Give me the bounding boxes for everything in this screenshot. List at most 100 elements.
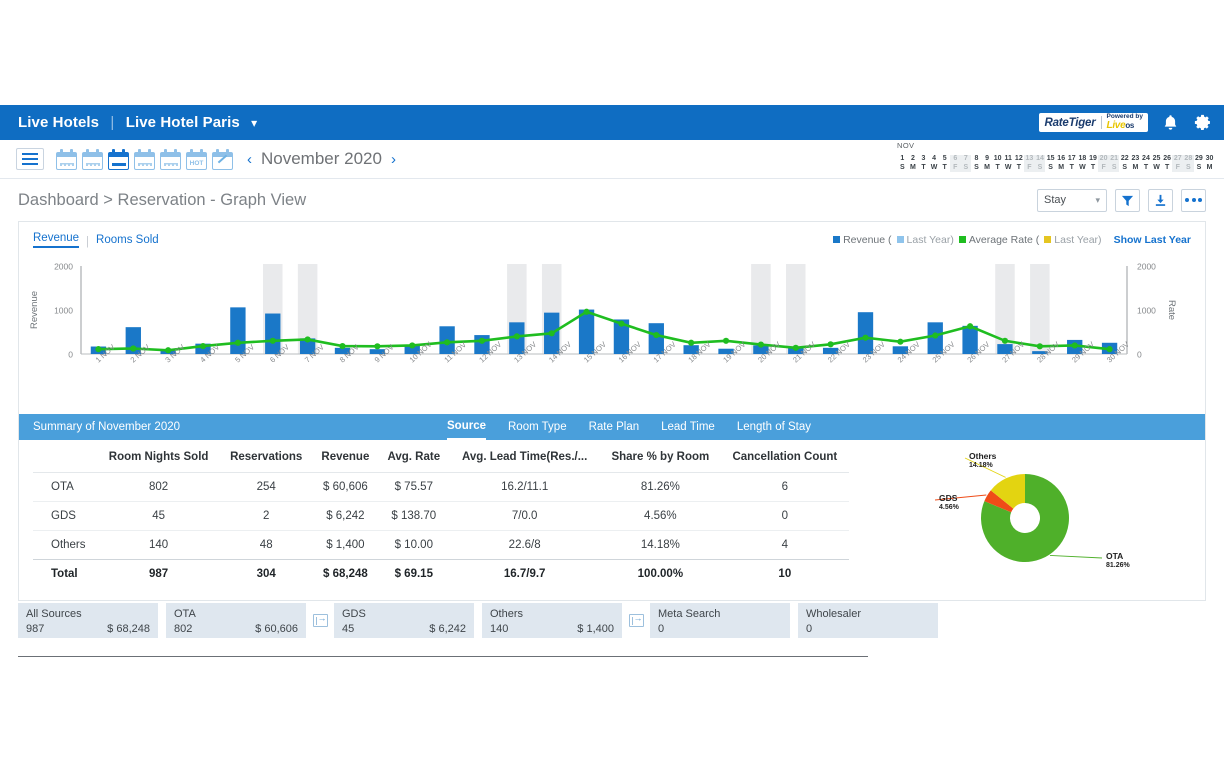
day-cell[interactable]: 30 M [1204, 155, 1215, 172]
day-cell[interactable]: 2M [908, 155, 919, 172]
summary-tab-rate-plan[interactable]: Rate Plan [589, 414, 640, 440]
day-cell[interactable]: 8S [971, 155, 982, 172]
source-card[interactable]: Meta Search 0 [650, 603, 790, 638]
day-cell[interactable]: 4W [929, 155, 940, 172]
day-weekday: T [1143, 163, 1149, 171]
day-cell[interactable]: 3T [918, 155, 929, 172]
day-cell[interactable]: 10 T [992, 155, 1003, 172]
show-last-year-link[interactable]: Show Last Year [1114, 234, 1191, 246]
table-cell: Total [33, 559, 98, 588]
summary-tab-room-type[interactable]: Room Type [508, 414, 567, 440]
day-cell[interactable]: 16 M [1056, 155, 1067, 172]
bell-icon[interactable] [1162, 114, 1179, 132]
day-cell[interactable]: 14 S [1034, 155, 1046, 172]
day-cell[interactable]: 18 W [1077, 155, 1088, 172]
day-cell[interactable]: 27 F [1172, 155, 1184, 172]
source-card-count: 0 [658, 623, 665, 635]
tab-revenue[interactable]: Revenue [33, 232, 80, 248]
day-cell[interactable]: 23 M [1130, 155, 1141, 172]
column-header: Cancellation Count [732, 451, 838, 463]
source-card[interactable]: OTA 802 $ 60,606 [166, 603, 306, 638]
chart-legend: Revenue ( Last Year) Average Rate ( Last… [833, 234, 1191, 246]
day-weekday: S [1037, 163, 1043, 171]
day-cell[interactable]: 20 F [1098, 155, 1109, 172]
day-cell[interactable]: 12 T [1014, 155, 1025, 172]
day-weekday: M [909, 163, 916, 171]
day-weekday: S [1185, 163, 1191, 171]
day-cell[interactable]: 5T [939, 155, 950, 172]
day-cell[interactable]: 21 S [1108, 155, 1120, 172]
source-card-count: 0 [806, 623, 813, 635]
day-cell[interactable]: 24 T [1141, 155, 1152, 172]
day-number: 16 [1057, 155, 1066, 162]
svg-text:Rate: Rate [1166, 300, 1177, 320]
table-cell: 6 [720, 472, 849, 502]
calendar-list-icon[interactable] [56, 148, 77, 170]
expand-panel-icon[interactable] [306, 603, 334, 638]
more-options-icon[interactable] [1181, 188, 1206, 212]
table-cell: 2 [219, 501, 313, 531]
day-cell[interactable]: 7S [960, 155, 972, 172]
svg-text:1000: 1000 [54, 306, 73, 316]
calendar-table-icon[interactable] [160, 148, 181, 170]
day-cell[interactable]: 19 T [1088, 155, 1099, 172]
source-card[interactable]: All Sources 987 $ 68,248 [18, 603, 158, 638]
source-card[interactable]: Others 140 $ 1,400 [482, 603, 622, 638]
summary-tab-lead-time[interactable]: Lead Time [661, 414, 715, 440]
table-cell: 81.26% [600, 472, 721, 502]
day-weekday: T [942, 163, 947, 171]
day-cell[interactable]: 11 W [1003, 155, 1014, 172]
calendar-week-icon[interactable] [134, 148, 155, 170]
day-cell[interactable]: 26 T [1162, 155, 1173, 172]
current-month-label: November 2020 [261, 149, 382, 168]
page-tools: Stay ▾ [1037, 188, 1206, 212]
calendar-hot-icon[interactable]: HOT [186, 148, 207, 170]
property-chevron-down-icon[interactable]: ▾ [251, 116, 257, 130]
day-weekday: W [1079, 163, 1086, 171]
source-card[interactable]: Wholesaler 0 [798, 603, 938, 638]
day-cell[interactable]: 29 S [1194, 155, 1205, 172]
calendar-grid-icon[interactable] [82, 148, 103, 170]
legend-revenue-ly: Last Year) [896, 234, 954, 246]
day-cell[interactable]: 15 S [1045, 155, 1056, 172]
day-cell[interactable]: 9M [982, 155, 993, 172]
day-cell[interactable]: 17 T [1067, 155, 1078, 172]
legend-revenue-label: Revenue ( [843, 234, 892, 246]
summary-tab-source[interactable]: Source [447, 414, 486, 440]
calendar-month-icon[interactable] [108, 148, 129, 170]
tab-rooms-sold[interactable]: Rooms Sold [96, 234, 159, 248]
day-cell[interactable]: 28 S [1183, 155, 1194, 172]
download-icon[interactable] [1148, 188, 1173, 212]
day-weekday: S [963, 163, 969, 171]
day-number: 23 [1131, 155, 1140, 162]
previous-month-button[interactable]: ‹ [247, 151, 252, 168]
expand-panel-icon[interactable] [622, 603, 650, 638]
share-donut-chart: OTA 81.26% GDS 4.56% Others 14.18% [849, 440, 1205, 600]
table-row: Total 987 304 $ 68,248 $ 69.15 16.7/9.7 100.00… [33, 559, 849, 588]
column-header: Room Nights Sold [108, 451, 209, 463]
day-number: 25 [1152, 155, 1161, 162]
day-cell[interactable]: 1S [897, 155, 908, 172]
day-cell[interactable]: 25 W [1151, 155, 1162, 172]
summary-tab-length-of-stay[interactable]: Length of Stay [737, 414, 811, 440]
donut-slice-value: 4.56% [939, 504, 960, 511]
table-cell: 22.6/8 [449, 530, 601, 560]
source-card[interactable]: GDS 45 $ 6,242 [334, 603, 474, 638]
day-cell[interactable]: 6F [949, 155, 961, 172]
calendar-edit-icon[interactable] [212, 148, 233, 170]
day-cell[interactable]: 22 S [1119, 155, 1130, 172]
gear-icon[interactable] [1193, 113, 1212, 132]
filter-funnel-icon[interactable] [1115, 188, 1140, 212]
table-cell: 7/0.0 [449, 501, 601, 531]
next-month-button[interactable]: › [391, 151, 396, 168]
day-weekday: W [930, 163, 938, 171]
column-header [33, 440, 97, 473]
day-number: 10 [993, 155, 1002, 162]
stay-select[interactable]: Stay ▾ [1037, 188, 1107, 212]
calendar-view-icon-group: HOT [56, 148, 233, 170]
day-cell[interactable]: 13 F [1024, 155, 1035, 172]
table-cell: 45 [97, 501, 220, 531]
hamburger-icon[interactable] [16, 148, 44, 170]
column-header: Share % by Room [611, 451, 710, 463]
svg-text:1000: 1000 [1137, 306, 1156, 316]
